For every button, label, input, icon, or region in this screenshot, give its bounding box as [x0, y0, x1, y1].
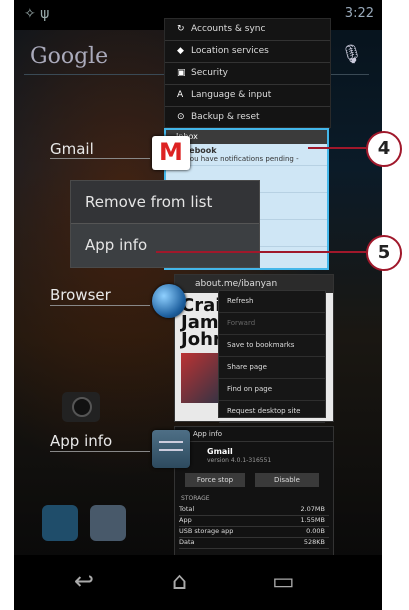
- lock-icon: ▣: [177, 68, 186, 78]
- home-icon[interactable]: ⌂: [172, 567, 187, 595]
- settings-item-backup: ⊙ Backup & reset: [165, 107, 330, 129]
- app-info-item[interactable]: App info: [71, 224, 259, 267]
- browser-menu-item: Forward: [219, 313, 325, 335]
- dock: [14, 495, 382, 555]
- browser-menu-item: Save to bookmarks: [219, 335, 325, 357]
- settings-app-icon[interactable]: [152, 430, 190, 468]
- phone-icon: [42, 505, 78, 541]
- divider: [50, 451, 150, 452]
- appinfo-header: App info: [175, 427, 333, 442]
- settings-item-language: A Language & input: [165, 85, 330, 107]
- browser-globe-icon[interactable]: [152, 284, 186, 318]
- context-menu: Remove from list App info: [70, 180, 260, 268]
- status-time: 3:22: [344, 6, 374, 21]
- force-stop-button: Force stop: [185, 473, 245, 487]
- callout-line-4: [308, 147, 366, 149]
- callout-4: 4: [366, 131, 402, 167]
- back-icon[interactable]: ↩: [74, 567, 94, 595]
- recent-label-gmail[interactable]: Gmail: [50, 140, 94, 158]
- microphone-icon[interactable]: 🎙: [340, 44, 363, 65]
- settings-item-accounts: ↻ Accounts & sync: [165, 19, 330, 41]
- location-icon: ◆: [177, 46, 184, 56]
- list-item: Facebook Hi, you have notifications pendi…: [166, 144, 327, 166]
- browser-menu-item: Request desktop site: [219, 401, 325, 423]
- sync-icon: ↻: [177, 24, 185, 34]
- recent-apps-icon[interactable]: ▭: [272, 567, 295, 595]
- usb-debug-icon: ✧ ψ: [24, 6, 50, 22]
- recent-label-browser[interactable]: Browser: [50, 286, 111, 304]
- navigation-bar: ↩ ⌂ ▭: [14, 555, 382, 610]
- divider: [50, 305, 150, 306]
- contacts-icon: [90, 505, 126, 541]
- phone-screen: ✧ ψ 3:22 Google 🎙 ↻ Accounts & sync ◆ Loca…: [14, 0, 382, 610]
- browser-menu-item: Refresh: [219, 291, 325, 313]
- google-logo: Google: [30, 44, 109, 69]
- recent-label-appinfo[interactable]: App info: [50, 432, 112, 450]
- disable-button: Disable: [255, 473, 319, 487]
- camera-icon: [62, 392, 100, 422]
- keyboard-icon: A: [177, 90, 184, 100]
- browser-menu-item: Find on page: [219, 379, 325, 401]
- settings-item-security: ▣ Security: [165, 63, 330, 85]
- browser-menu: Refresh Forward Save to bookmarks Share …: [218, 290, 326, 423]
- callout-5: 5: [366, 235, 402, 271]
- appinfo-version: version 4.0.1-316551: [207, 457, 272, 464]
- gmail-app-icon[interactable]: [152, 136, 190, 170]
- remove-from-list-item[interactable]: Remove from list: [71, 181, 259, 224]
- browser-menu-item: Share page: [219, 357, 325, 379]
- settings-item-location: ◆ Location services: [165, 41, 330, 63]
- appinfo-app-name: Gmail: [207, 447, 233, 456]
- browser-page-image: [181, 353, 221, 403]
- divider: [50, 158, 150, 159]
- callout-line-5: [156, 251, 366, 253]
- settings-recent-card[interactable]: ↻ Accounts & sync ◆ Location services ▣ Sec…: [164, 18, 331, 129]
- gmail-inbox-header: Inbox: [166, 130, 327, 144]
- backup-icon: ⊙: [177, 112, 185, 122]
